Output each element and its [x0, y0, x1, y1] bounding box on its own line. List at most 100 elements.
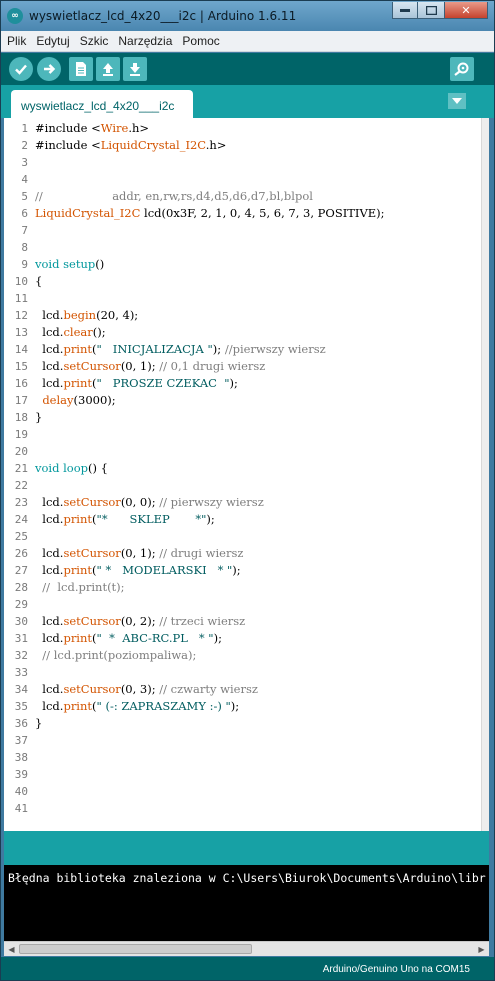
tab-strip: wyswietlacz_lcd_4x20___i2c [1, 85, 494, 118]
code-token: setCursor [63, 495, 121, 509]
code-token: LiquidCrystal_I2C [35, 206, 141, 220]
code-token: () { [88, 461, 108, 475]
line-number: 13 [14, 326, 28, 339]
code-token: lcd. [35, 495, 64, 509]
code-token: print [63, 699, 93, 713]
code-token: void [35, 461, 60, 475]
scroll-left-icon[interactable]: ◀ [4, 942, 19, 956]
code-token: (3000); [73, 393, 116, 407]
line-number: 1 [21, 122, 28, 135]
code-token: (0, 2); [120, 614, 160, 628]
line-number: 2 [21, 139, 28, 152]
code-token: (0, 0); [120, 495, 160, 509]
minimize-icon[interactable] [392, 2, 418, 19]
toolbar [1, 53, 494, 85]
line-number: 27 [14, 564, 28, 577]
code-token: lcd. [35, 631, 64, 645]
menu-plik[interactable]: Plik [1, 34, 30, 48]
tab-dropdown-icon[interactable] [448, 93, 466, 109]
code-token: print [63, 563, 93, 577]
code-line: lcd.print(" (-: ZAPRASZAMY :-) "); [35, 698, 239, 715]
tab-sketch[interactable]: wyswietlacz_lcd_4x20___i2c [11, 90, 193, 118]
arduino-logo-icon: ∞ [7, 8, 23, 24]
code-line: lcd.setCursor(0, 2); // trzeci wiersz [35, 613, 245, 630]
code-line: #include <LiquidCrystal_I2C.h> [35, 137, 226, 154]
line-number: 20 [14, 445, 28, 458]
line-number: 31 [14, 632, 28, 645]
line-number: 6 [21, 207, 28, 220]
code-text-area[interactable]: #include <Wire.h> #include <LiquidCrystal… [34, 118, 489, 831]
save-file-icon[interactable] [123, 57, 147, 81]
editor-vertical-scrollbar[interactable] [481, 118, 489, 831]
line-number: 22 [14, 479, 28, 492]
code-token: "* SKLEP *" [96, 512, 207, 526]
code-token: setCursor [63, 682, 121, 696]
arduino-ide-window: ∞ wyswietlacz_lcd_4x20___i2c | Arduino 1… [0, 0, 495, 981]
code-token: print [63, 376, 93, 390]
code-line: lcd.setCursor(0, 1); // 0,1 drugi wiersz [35, 358, 265, 375]
code-editor[interactable]: 1 2 3 4 5 6 7 8 9 10 11 12 13 14 15 16 17 18 19 20 21 22 23 24 2… [4, 118, 489, 831]
line-number: 34 [14, 683, 28, 696]
new-file-icon[interactable] [69, 57, 93, 81]
line-number: 36 [14, 717, 28, 730]
code-token: lcd. [35, 563, 64, 577]
code-token: print [63, 342, 93, 356]
console-output[interactable]: Błędna biblioteka znaleziona w C:\Users\… [4, 865, 489, 941]
code-line: lcd.setCursor(0, 3); // czwarty wiersz [35, 681, 258, 698]
line-number: 29 [14, 598, 28, 611]
code-token: // pierwszy wiersz [159, 495, 264, 509]
code-token: ); [230, 699, 240, 713]
line-number: 4 [21, 173, 28, 186]
code-token: (0, 3); [120, 682, 160, 696]
code-token: " (-: ZAPRASZAMY :-) " [96, 699, 231, 713]
line-number: 39 [14, 768, 28, 781]
code-line: // lcd.print(t); [35, 579, 125, 596]
line-number: 7 [21, 224, 28, 237]
line-number: 25 [14, 530, 28, 543]
open-file-icon[interactable] [96, 57, 120, 81]
scroll-right-icon[interactable]: ▶ [474, 942, 489, 956]
line-number: 35 [14, 700, 28, 713]
line-number: 26 [14, 547, 28, 560]
code-token: // czwarty wiersz [159, 682, 258, 696]
maximize-icon[interactable] [418, 2, 444, 19]
code-line: } [35, 409, 42, 426]
line-number: 8 [21, 241, 28, 254]
code-token: delay [42, 393, 74, 407]
code-line: } [35, 715, 42, 732]
line-number: 5 [21, 190, 28, 203]
code-token: setCursor [63, 614, 121, 628]
upload-icon[interactable] [37, 57, 61, 81]
scroll-thumb[interactable] [19, 944, 252, 954]
line-number: 19 [14, 428, 28, 441]
verify-icon[interactable] [9, 57, 33, 81]
menu-szkic[interactable]: Szkic [74, 34, 113, 48]
code-token: #include < [35, 121, 101, 135]
line-number: 30 [14, 615, 28, 628]
code-token: ); [229, 376, 238, 390]
serial-monitor-icon[interactable] [450, 57, 474, 81]
code-token: lcd. [35, 359, 64, 373]
line-number: 9 [21, 258, 28, 271]
menu-pomoc[interactable]: Pomoc [176, 34, 223, 48]
line-number: 28 [14, 581, 28, 594]
code-token: //pierwszy wiersz [224, 342, 326, 356]
code-line: lcd.print("* SKLEP *"); [35, 511, 214, 528]
code-line: void loop() { [35, 460, 108, 477]
close-icon[interactable]: ✕ [444, 2, 488, 19]
code-token: // addr, en,rw,rs,d4,d5,d6,d7,bl,blpol [35, 189, 313, 203]
code-token: lcd. [35, 308, 64, 322]
code-token: (20, 4); [96, 308, 139, 322]
line-number: 3 [21, 156, 28, 169]
menu-narzedzia[interactable]: Narzędzia [112, 34, 176, 48]
menu-edytuj[interactable]: Edytuj [30, 34, 73, 48]
code-token: void [35, 257, 60, 271]
title-bar[interactable]: ∞ wyswietlacz_lcd_4x20___i2c | Arduino 1… [1, 1, 494, 31]
line-number: 24 [14, 513, 28, 526]
code-token: lcd. [35, 682, 64, 696]
code-line: lcd.setCursor(0, 0); // pierwszy wiersz [35, 494, 264, 511]
code-token: // lcd.print(t); [35, 580, 125, 594]
line-number: 14 [14, 343, 28, 356]
console-horizontal-scrollbar[interactable]: ◀ ▶ [4, 941, 489, 956]
line-number: 33 [14, 666, 28, 679]
